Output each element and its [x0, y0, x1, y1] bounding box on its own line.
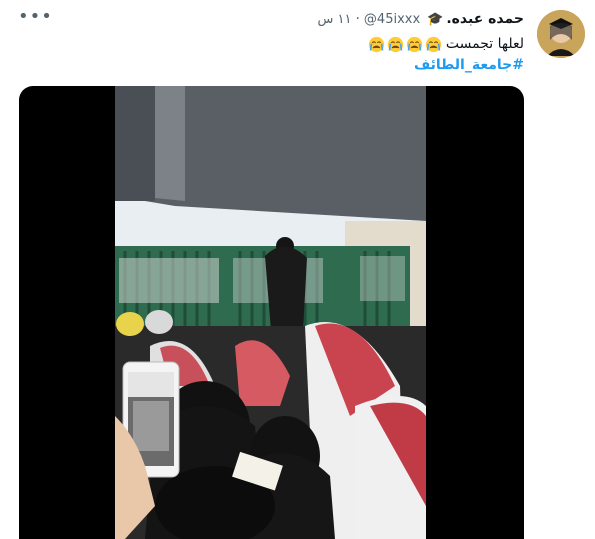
crying-face-icon: [387, 36, 404, 52]
graduation-cap-icon: 🎓: [427, 11, 444, 27]
tweet-body-text: لعلها تجمست: [445, 36, 524, 52]
avatar-image: [537, 10, 585, 58]
crying-face-icon: [425, 36, 442, 52]
user-handle[interactable]: @45ixxx: [364, 12, 420, 27]
separator-dot: ·: [355, 11, 360, 27]
video-player[interactable]: [19, 86, 524, 539]
emoji-group: [366, 36, 442, 53]
avatar[interactable]: [537, 10, 585, 58]
more-options-icon[interactable]: •••: [18, 8, 52, 28]
crying-face-icon: [368, 36, 385, 52]
timestamp[interactable]: ١١ س: [317, 12, 351, 27]
video-frame: [115, 86, 426, 539]
video-thumbnail: [115, 86, 426, 539]
display-name[interactable]: حمده عبده.: [446, 11, 524, 27]
tweet-text: لعلها تجمست #جامعة_الطائف: [366, 35, 524, 74]
tweet-header: حمده عبده. 🎓 @45ixxx · ١١ س: [317, 11, 524, 27]
tweet: ••• حمده عبده. 🎓 @45ixxx · ١١ س لعلها تج…: [0, 0, 595, 539]
hashtag-link[interactable]: #جامعة_الطائف: [366, 56, 524, 74]
crying-face-icon: [406, 36, 423, 52]
